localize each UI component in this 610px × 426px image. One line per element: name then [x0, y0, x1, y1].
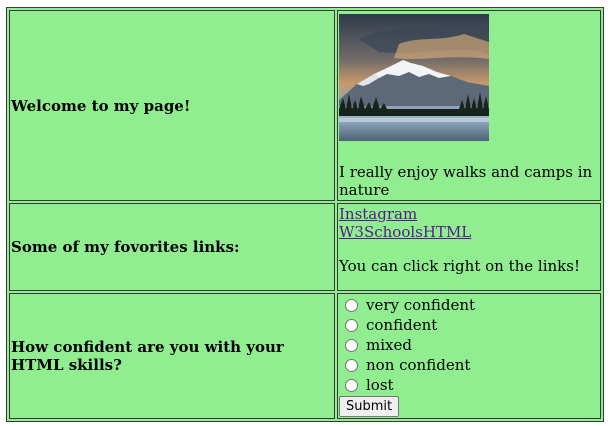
radio-button[interactable]: [345, 378, 358, 392]
links-heading-cell: Some of my fovorites links:: [9, 203, 335, 291]
welcome-content-cell: I really enjoy walks and camps in nature: [337, 10, 601, 201]
welcome-heading: Welcome to my page!: [11, 96, 191, 115]
mountain-lake-image: [339, 14, 489, 141]
radio-button[interactable]: [345, 338, 358, 352]
option-very-confident[interactable]: very confident: [339, 295, 599, 315]
option-label: lost: [366, 376, 394, 394]
radio-button[interactable]: [345, 298, 358, 312]
option-lost[interactable]: lost: [339, 375, 599, 395]
links-heading: Some of my fovorites links:: [11, 238, 240, 256]
layout-table: Welcome to my page! I really enjoy walks…: [6, 7, 604, 422]
skills-form-cell: very confident confident mixed non confi…: [337, 293, 601, 419]
links-row: Some of my fovorites links: Instagram W3…: [9, 203, 601, 291]
option-confident[interactable]: confident: [339, 315, 599, 335]
welcome-caption: I really enjoy walks and camps in nature: [339, 163, 593, 199]
welcome-row: Welcome to my page! I really enjoy walks…: [9, 10, 601, 201]
submit-button[interactable]: Submit: [339, 396, 400, 417]
welcome-heading-cell: Welcome to my page!: [9, 10, 335, 201]
instagram-link[interactable]: Instagram: [339, 205, 599, 223]
links-note: You can click right on the links!: [339, 257, 580, 275]
radio-button[interactable]: [345, 318, 358, 332]
links-content-cell: Instagram W3SchoolsHTML You can click ri…: [337, 203, 601, 291]
option-mixed[interactable]: mixed: [339, 335, 599, 355]
option-label: mixed: [366, 336, 412, 354]
skills-heading: How confident are you with your HTML ski…: [11, 338, 284, 374]
w3schools-html-link[interactable]: W3SchoolsHTML: [339, 223, 599, 241]
skills-row: How confident are you with your HTML ski…: [9, 293, 601, 419]
skills-heading-cell: How confident are you with your HTML ski…: [9, 293, 335, 419]
option-label: very confident: [366, 296, 476, 314]
option-label: confident: [366, 316, 438, 334]
option-label: non confident: [366, 356, 471, 374]
radio-button[interactable]: [345, 358, 358, 372]
option-non-confident[interactable]: non confident: [339, 355, 599, 375]
